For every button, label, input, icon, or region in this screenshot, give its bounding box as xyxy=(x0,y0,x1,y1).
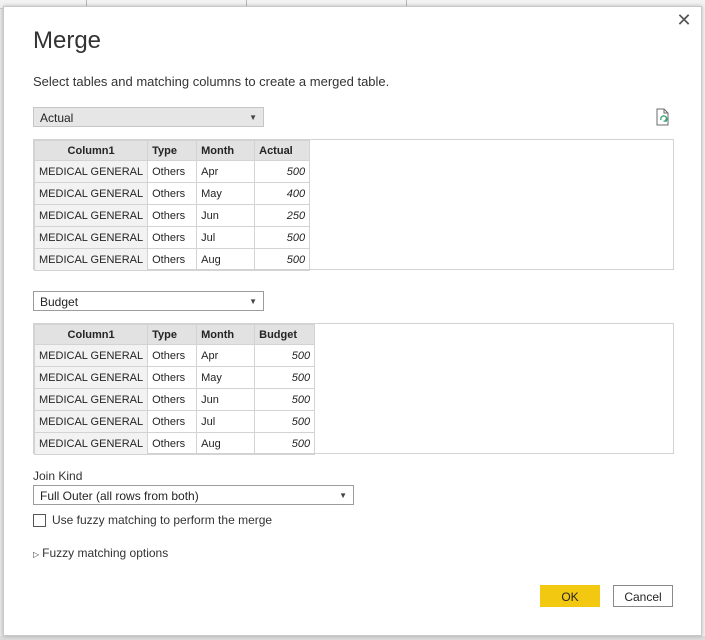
table-cell: MEDICAL GENERAL xyxy=(33,160,149,183)
table-row: MEDICAL GENERAL Others Aug 500 xyxy=(33,248,311,271)
table-cell: Others xyxy=(147,226,198,249)
cancel-button[interactable]: Cancel xyxy=(613,585,673,607)
table-cell: 500 xyxy=(254,160,311,183)
table-row: MEDICAL GENERAL Others Jun 250 xyxy=(33,204,311,227)
table-cell: May xyxy=(196,366,256,389)
table-cell: Apr xyxy=(196,344,256,367)
table-cell: MEDICAL GENERAL xyxy=(33,248,149,271)
table-header-row: Column1 Type Month Budget xyxy=(33,324,316,345)
table-cell: 500 xyxy=(254,388,316,411)
table-cell: Apr xyxy=(196,160,256,183)
table-cell: Jul xyxy=(196,410,256,433)
table-cell: 500 xyxy=(254,366,316,389)
fuzzy-matching-options-toggle[interactable]: ▷ Fuzzy matching options xyxy=(33,546,168,560)
fuzzy-matching-label: Use fuzzy matching to perform the merge xyxy=(52,513,273,527)
fuzzy-matching-options-label: Fuzzy matching options xyxy=(42,546,169,560)
refresh-file-icon[interactable] xyxy=(655,108,671,126)
table-cell: MEDICAL GENERAL xyxy=(33,410,149,433)
table-row: MEDICAL GENERAL Others Jul 500 xyxy=(33,410,316,433)
column-header[interactable]: Actual xyxy=(254,140,311,161)
table-cell: 500 xyxy=(254,432,316,455)
table-cell: Others xyxy=(147,432,198,455)
column-header[interactable]: Month xyxy=(196,324,256,345)
table-cell: MEDICAL GENERAL xyxy=(33,344,149,367)
table-cell: Others xyxy=(147,410,198,433)
first-table-preview: Column1 Type Month Actual MEDICAL GENERA… xyxy=(33,139,674,271)
table-cell: Jul xyxy=(196,226,256,249)
first-table-dropdown[interactable]: Actual ▼ xyxy=(33,107,264,127)
table-row: MEDICAL GENERAL Others May 400 xyxy=(33,182,311,205)
column-header[interactable]: Budget xyxy=(254,324,316,345)
table-row: MEDICAL GENERAL Others Jun 500 xyxy=(33,388,316,411)
chevron-down-icon: ▼ xyxy=(249,113,257,122)
table-cell: MEDICAL GENERAL xyxy=(33,366,149,389)
column-header[interactable]: Type xyxy=(147,324,198,345)
chevron-down-icon: ▼ xyxy=(249,297,257,306)
table-cell: Others xyxy=(147,388,198,411)
table-cell: Jun xyxy=(196,204,256,227)
second-table-grid: Column1 Type Month Budget MEDICAL GENERA… xyxy=(33,324,316,455)
table-cell: Others xyxy=(147,182,198,205)
table-cell: 400 xyxy=(254,182,311,205)
table-cell: 500 xyxy=(254,226,311,249)
table-row: MEDICAL GENERAL Others Jul 500 xyxy=(33,226,311,249)
chevron-down-icon: ▼ xyxy=(339,491,347,500)
triangle-right-icon: ▷ xyxy=(33,550,40,559)
table-cell: MEDICAL GENERAL xyxy=(33,432,149,455)
table-cell: 250 xyxy=(254,204,311,227)
background-app-bottom xyxy=(0,636,705,640)
second-table-dropdown-value: Budget xyxy=(40,295,79,309)
table-cell: MEDICAL GENERAL xyxy=(33,204,149,227)
column-header[interactable]: Column1 xyxy=(33,324,149,345)
fuzzy-matching-option[interactable]: Use fuzzy matching to perform the merge xyxy=(33,513,272,527)
table-cell: Jun xyxy=(196,388,256,411)
close-icon[interactable]: ✕ xyxy=(675,11,693,29)
table-row: MEDICAL GENERAL Others May 500 xyxy=(33,366,316,389)
dialog-title: Merge xyxy=(33,27,102,54)
fuzzy-matching-checkbox[interactable] xyxy=(33,513,46,527)
table-cell: Others xyxy=(147,204,198,227)
table-cell: Others xyxy=(147,344,198,367)
join-kind-dropdown[interactable]: Full Outer (all rows from both) ▼ xyxy=(33,485,354,505)
join-kind-value: Full Outer (all rows from both) xyxy=(40,489,199,503)
table-row: MEDICAL GENERAL Others Apr 500 xyxy=(33,344,316,367)
table-cell: MEDICAL GENERAL xyxy=(33,388,149,411)
table-cell: Others xyxy=(147,248,198,271)
table-cell: 500 xyxy=(254,344,316,367)
table-cell: 500 xyxy=(254,410,316,433)
table-header-row: Column1 Type Month Actual xyxy=(33,140,311,161)
column-header[interactable]: Column1 xyxy=(33,140,149,161)
table-row: MEDICAL GENERAL Others Aug 500 xyxy=(33,432,316,455)
first-table-dropdown-value: Actual xyxy=(40,111,74,125)
column-header[interactable]: Type xyxy=(147,140,198,161)
column-header[interactable]: Month xyxy=(196,140,256,161)
table-cell: Aug xyxy=(196,432,256,455)
ok-button[interactable]: OK xyxy=(540,585,600,607)
table-cell: MEDICAL GENERAL xyxy=(33,182,149,205)
join-kind-label: Join Kind xyxy=(33,469,83,483)
table-cell: Others xyxy=(147,160,198,183)
second-table-dropdown[interactable]: Budget ▼ xyxy=(33,291,264,311)
table-cell: 500 xyxy=(254,248,311,271)
table-cell: MEDICAL GENERAL xyxy=(33,226,149,249)
table-cell: Aug xyxy=(196,248,256,271)
first-table-grid: Column1 Type Month Actual MEDICAL GENERA… xyxy=(33,140,311,271)
merge-dialog: ✕ Merge Select tables and matching colum… xyxy=(3,6,702,636)
table-cell: May xyxy=(196,182,256,205)
second-table-preview: Column1 Type Month Budget MEDICAL GENERA… xyxy=(33,323,674,455)
dialog-subtitle: Select tables and matching columns to cr… xyxy=(33,74,390,89)
table-cell: Others xyxy=(147,366,198,389)
table-row: MEDICAL GENERAL Others Apr 500 xyxy=(33,160,311,183)
